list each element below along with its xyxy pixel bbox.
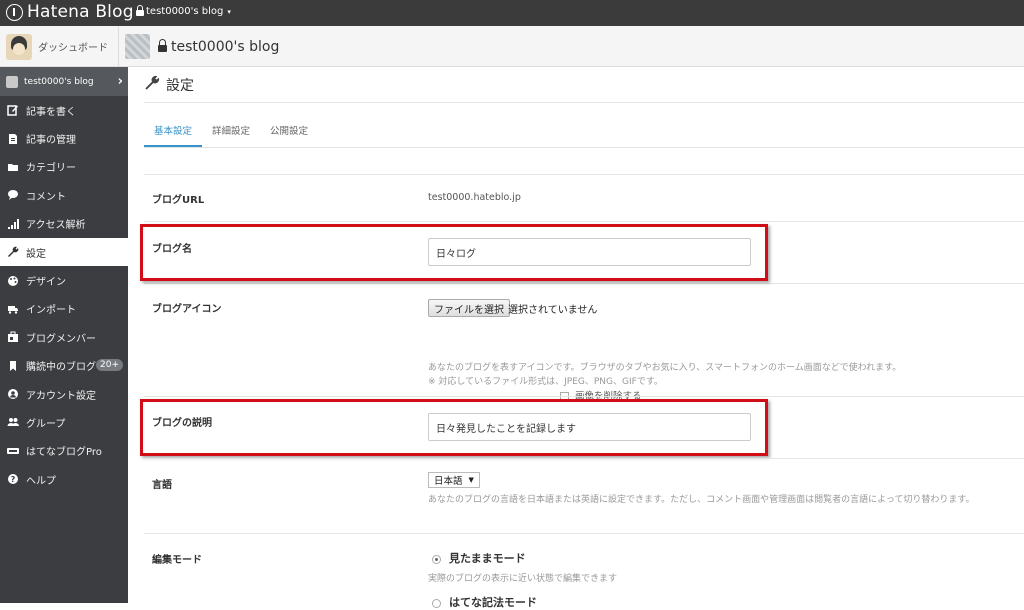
pencil-icon (7, 104, 19, 116)
folder-icon (7, 161, 19, 173)
sidebar-item-label: カテゴリー (26, 163, 76, 175)
sidebar-item-write[interactable]: 記事を書く (0, 96, 128, 124)
page-header: 設定 (144, 67, 1024, 103)
blog-icon-help: あなたのブログを表すアイコンです。ブラウザのタブやお気に入り、スマートフォンのホ… (428, 361, 1024, 389)
settings-tabs: 基本設定 詳細設定 公開設定 (144, 103, 1024, 148)
sidebar-item-label: アカウント設定 (26, 390, 96, 402)
truck-icon (7, 303, 19, 315)
sidebar-item-label: はてなブログPro (26, 447, 102, 459)
hatena-blog-logo[interactable]: Hatena Blog (6, 2, 134, 22)
sidebar-item-label: グループ (26, 418, 66, 430)
language-select[interactable]: 日本語 ▼ (428, 472, 480, 488)
comment-icon (7, 189, 19, 201)
wrench-icon (144, 75, 160, 95)
blog-switcher-label: test0000's blog (146, 6, 224, 17)
tab-advanced[interactable]: 詳細設定 (212, 123, 250, 145)
dashboard-label: ダッシュボード (38, 43, 108, 54)
sidebar-item-members[interactable]: ブログメンバー (0, 323, 128, 351)
group-icon (7, 416, 19, 428)
chevron-right-icon: › (117, 74, 123, 89)
language-help: あなたのブログの言語を日本語または英語に設定できます。ただし、コメント画面や管理… (428, 495, 975, 505)
sub-header: ダッシュボード test0000's blog (0, 26, 1024, 67)
palette-icon (7, 275, 19, 287)
sidebar-item-label: 記事の管理 (26, 135, 76, 147)
subscription-count-badge: 20+ (96, 358, 123, 371)
member-icon (7, 331, 19, 343)
blog-title-text: test0000's blog (171, 38, 280, 55)
hatena-logo-icon (6, 3, 23, 21)
language-label: 言語 (152, 480, 172, 491)
highlight-blog-description (140, 399, 768, 456)
sidebar-item-label: インポート (26, 305, 76, 317)
sidebar-item-pro[interactable]: はてなブログPro (0, 437, 128, 465)
wrench-icon (7, 246, 19, 258)
main-content: 設定 基本設定 詳細設定 公開設定 ブログURL test0000.hatebl… (128, 67, 1024, 603)
highlight-blog-name (140, 224, 768, 281)
sidebar-blog-selector[interactable]: test0000's blog › (0, 67, 128, 96)
sidebar-item-manage[interactable]: 記事の管理 (0, 124, 128, 152)
blog-title: test0000's blog (158, 39, 279, 55)
dashboard-link[interactable]: ダッシュボード (0, 26, 118, 67)
bar-chart-icon (7, 218, 19, 230)
sidebar-item-category[interactable]: カテゴリー (0, 153, 128, 181)
blog-url-value: test0000.hateblo.jp (428, 192, 521, 203)
avatar (6, 33, 32, 60)
file-status: 選択されていません (508, 305, 598, 316)
chevron-down-icon: ▼ (468, 476, 474, 484)
sidebar-item-analytics[interactable]: アクセス解析 (0, 210, 128, 238)
sidebar-item-label: ヘルプ (26, 475, 56, 487)
blog-header[interactable]: test0000's blog (118, 26, 279, 67)
pro-icon (7, 445, 19, 457)
sidebar-item-design[interactable]: デザイン (0, 266, 128, 294)
radio-button[interactable] (432, 598, 441, 608)
sidebar-item-label: デザイン (26, 277, 66, 289)
edit-mode-wysiwyg-option[interactable]: 見たままモード (432, 550, 526, 566)
tab-basic[interactable]: 基本設定 (144, 123, 203, 147)
blog-switcher[interactable]: test0000's blog ▾ (136, 5, 231, 17)
brand-name: Hatena Blog (27, 2, 134, 22)
sidebar: test0000's blog › 記事を書く 記事の管理 カテゴリー コメント… (0, 67, 128, 603)
account-icon (7, 388, 19, 400)
radio-button[interactable] (432, 554, 441, 564)
sidebar-item-account[interactable]: アカウント設定 (0, 380, 128, 408)
sidebar-item-label: 設定 (26, 248, 46, 260)
edit-mode-option1-label: 見たままモード (449, 552, 526, 565)
svg-text:?: ? (11, 475, 16, 484)
blog-icon-format-note: ※ 対応しているファイル形式は、JPEG、PNG、GIFです。 (428, 377, 663, 387)
sidebar-item-help[interactable]: ? ヘルプ (0, 465, 128, 493)
sidebar-item-label: コメント (26, 191, 66, 203)
chevron-down-icon: ▾ (227, 7, 231, 16)
blog-icon-label: ブログアイコン (152, 304, 222, 315)
edit-mode-label: 編集モード (152, 555, 202, 566)
edit-mode-row: 編集モード (144, 533, 1024, 603)
edit-mode-option1-help: 実際のブログの表示に近い状態で編集できます (428, 574, 618, 584)
sidebar-item-label: 記事を書く (26, 106, 76, 118)
sidebar-item-label: ブログメンバー (26, 333, 96, 345)
sidebar-blog-name: test0000's blog (24, 76, 94, 87)
page-title: 設定 (166, 77, 194, 94)
tab-publish[interactable]: 公開設定 (270, 123, 308, 145)
edit-mode-hatena-option[interactable]: はてな記法モード (432, 594, 537, 610)
top-bar: Hatena Blog test0000's blog ▾ (0, 0, 1024, 26)
blog-icon-help-text: あなたのブログを表すアイコンです。ブラウザのタブやお気に入り、スマートフォンのホ… (428, 363, 902, 373)
blog-thumbnail (125, 34, 150, 59)
lock-icon (158, 39, 167, 52)
lock-icon (136, 5, 144, 16)
sidebar-item-subscriptions[interactable]: 購読中のブログ 20+ (0, 352, 128, 380)
help-icon: ? (7, 473, 19, 485)
blog-url-label: ブログURL (152, 195, 205, 206)
sidebar-item-settings[interactable]: 設定 (0, 237, 128, 267)
blog-icon (6, 75, 18, 88)
sidebar-item-comment[interactable]: コメント (0, 181, 128, 209)
file-select-button[interactable]: ファイルを選択 (428, 299, 510, 317)
sidebar-item-import[interactable]: インポート (0, 295, 128, 323)
blog-url-row: ブログURL test0000.hateblo.jp (144, 174, 1024, 221)
bookmark-icon (7, 360, 19, 372)
sidebar-item-label: アクセス解析 (26, 220, 86, 232)
document-icon (7, 133, 19, 145)
sidebar-item-group[interactable]: グループ (0, 408, 128, 436)
language-selected: 日本語 (434, 476, 463, 487)
sidebar-item-label: 購読中のブログ (26, 362, 96, 374)
